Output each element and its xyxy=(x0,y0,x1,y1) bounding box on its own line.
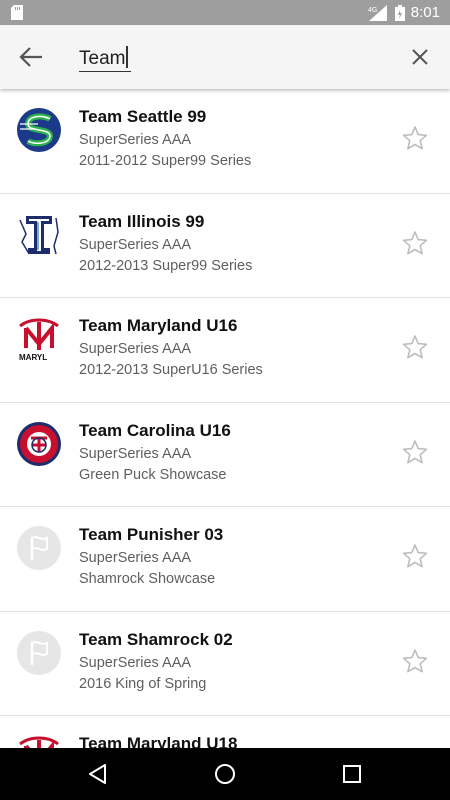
team-event: 2012-2013 Super99 Series xyxy=(79,257,253,274)
team-league: SuperSeries AAA xyxy=(79,550,192,566)
team-row[interactable]: Team Illinois 99 SuperSeries AAA 2012-20… xyxy=(0,194,450,298)
team-event: 2016 King of Spring xyxy=(79,675,207,692)
team-league: SuperSeries AAA xyxy=(79,341,192,357)
search-underline xyxy=(79,71,131,72)
team-event: Shamrock Showcase xyxy=(79,571,216,587)
team-name: Team Punisher 03 xyxy=(79,525,224,544)
star-icon[interactable] xyxy=(402,439,428,465)
seattle-logo xyxy=(17,108,61,152)
maryland-logo: MARYL xyxy=(19,318,59,362)
illinois-logo xyxy=(19,215,59,254)
team-name: Team Shamrock 02 xyxy=(79,629,233,649)
team-event: 2012-2013 SuperU16 Series xyxy=(79,362,263,378)
status-time: 8:01 xyxy=(410,4,440,21)
search-query: Team xyxy=(79,48,126,69)
carolina-logo xyxy=(17,421,61,466)
team-league: SuperSeries AAA xyxy=(79,236,192,253)
team-row[interactable]: MARYL Team Maryland U16 SuperSeries AAA … xyxy=(0,298,450,403)
team-row[interactable]: Team Punisher 03 SuperSeries AAA Shamroc… xyxy=(0,507,450,612)
team-event: 2011-2012 Super99 Series xyxy=(79,153,252,169)
team-row[interactable]: Team Shamrock 02 SuperSeries AAA 2016 Ki… xyxy=(0,612,450,716)
search-input[interactable]: Team xyxy=(79,46,129,70)
team-row[interactable]: Team Seattle 99 SuperSeries AAA 2011-201… xyxy=(0,89,450,194)
sd-card-icon xyxy=(11,5,23,20)
star-icon[interactable] xyxy=(402,334,428,360)
team-name: Team Carolina U16 xyxy=(79,420,231,440)
maryland-logo xyxy=(19,736,59,748)
star-icon[interactable] xyxy=(402,543,428,569)
logo-text: MARYL xyxy=(19,353,47,362)
team-name: Team Maryland U18 xyxy=(79,734,238,748)
flag-placeholder-icon xyxy=(17,526,61,570)
close-icon[interactable] xyxy=(410,47,430,67)
team-name: Team Maryland U16 xyxy=(79,316,238,335)
team-name: Team Illinois 99 xyxy=(79,211,205,231)
status-bar: 4G 8:01 xyxy=(0,0,450,25)
nav-back-icon[interactable] xyxy=(86,762,110,786)
team-results-list: Team Seattle 99 SuperSeries AAA 2011-201… xyxy=(0,89,450,748)
team-league: SuperSeries AAA xyxy=(79,132,192,148)
arrow-left-icon[interactable] xyxy=(18,45,44,69)
star-icon[interactable] xyxy=(402,648,428,674)
nav-recents-icon[interactable] xyxy=(340,762,364,786)
team-league: SuperSeries AAA xyxy=(79,654,192,671)
team-name: Team Seattle 99 xyxy=(79,107,207,126)
team-league: SuperSeries AAA xyxy=(79,445,192,462)
search-toolbar: Team xyxy=(0,25,450,89)
nav-home-icon[interactable] xyxy=(213,762,237,786)
battery-icon xyxy=(394,4,405,21)
star-icon[interactable] xyxy=(402,230,428,256)
text-caret xyxy=(126,46,129,68)
signal-icon: 4G xyxy=(368,4,387,21)
team-row[interactable]: Team Maryland U18 xyxy=(0,716,450,748)
system-nav-bar xyxy=(0,748,450,800)
team-row[interactable]: Team Carolina U16 SuperSeries AAA Green … xyxy=(0,403,450,507)
network-type: 4G xyxy=(368,7,377,14)
team-event: Green Puck Showcase xyxy=(79,466,227,483)
flag-placeholder-icon xyxy=(17,630,61,675)
star-icon[interactable] xyxy=(402,125,428,151)
